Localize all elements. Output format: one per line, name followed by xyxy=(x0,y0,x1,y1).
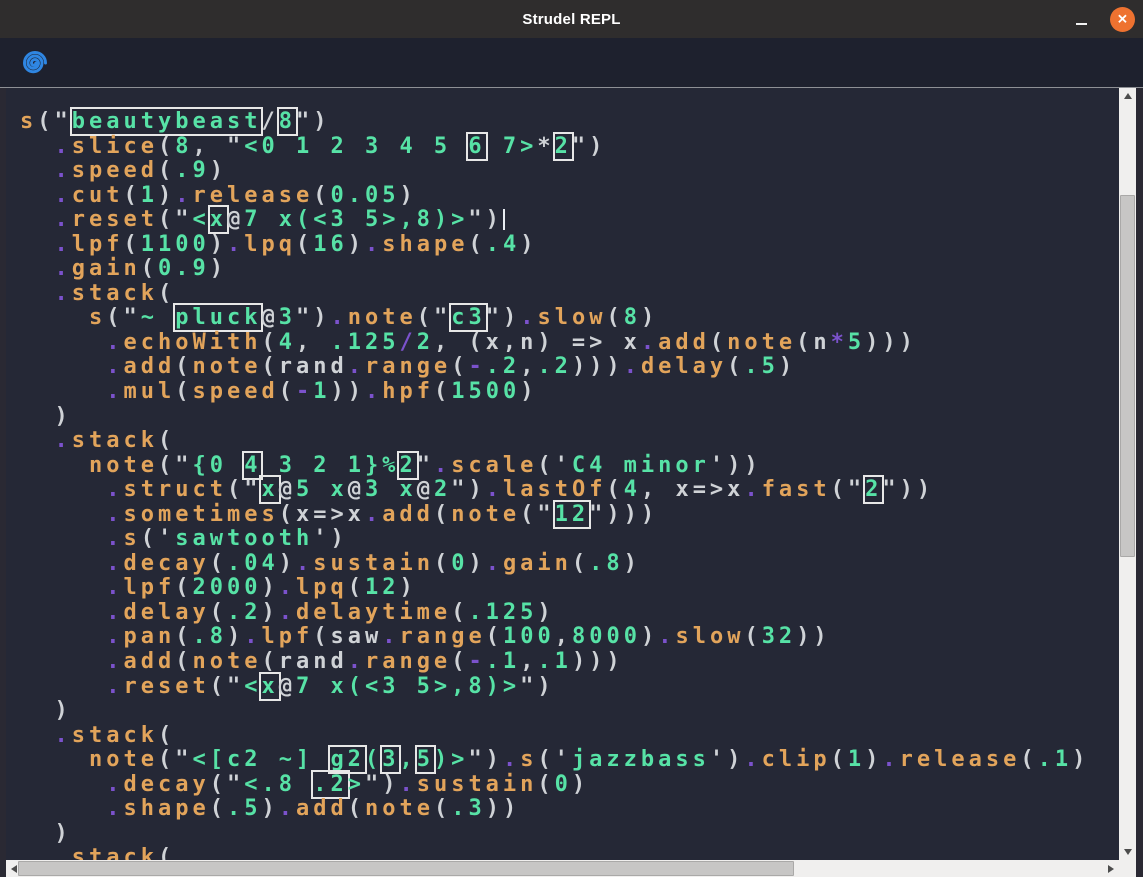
scrollbar-corner xyxy=(1119,860,1136,877)
code-line[interactable]: ) xyxy=(20,699,1119,724)
code-line[interactable]: s("~ pluck@3").note("c3").slow(8) xyxy=(20,306,1119,331)
code-line[interactable]: .mul(speed(-1)).hpf(1500) xyxy=(20,380,1119,405)
code-editor[interactable]: s("beautybeast/8") .slice(8, "<0 1 2 3 4… xyxy=(6,88,1119,860)
window-buttons: ✕ xyxy=(1068,0,1135,38)
code-line[interactable]: .speed(.9) xyxy=(20,159,1119,184)
code-line[interactable]: .reset("<x@7 x(<3 5>,8)>") xyxy=(20,208,1119,233)
scroll-down-button[interactable] xyxy=(1119,844,1136,860)
code-line[interactable]: .add(note(rand.range(-.2,.2))).delay(.5) xyxy=(20,355,1119,380)
code-line[interactable]: .reset("<x@7 x(<3 5>,8)>") xyxy=(20,675,1119,700)
code-line[interactable]: .decay(.04).sustain(0).gain(.8) xyxy=(20,552,1119,577)
code-line[interactable]: .lpf(1100).lpq(16).shape(.4) xyxy=(20,233,1119,258)
text-cursor xyxy=(503,209,505,230)
code-line[interactable]: note("<[c2 ~] g2(3,5)>").s('jazzbass').c… xyxy=(20,748,1119,773)
scroll-down-icon xyxy=(1124,849,1132,855)
code-line[interactable]: .struct("x@5 x@3 x@2").lastOf(4, x=>x.fa… xyxy=(20,478,1119,503)
code-line[interactable]: .cut(1).release(0.05) xyxy=(20,184,1119,209)
scroll-up-button[interactable] xyxy=(1119,88,1136,104)
minimize-icon xyxy=(1076,23,1087,25)
code-line[interactable]: .stack( xyxy=(20,429,1119,454)
titlebar[interactable]: Strudel REPL ✕ xyxy=(0,0,1143,38)
scroll-left-icon xyxy=(11,865,17,873)
close-icon: ✕ xyxy=(1117,12,1128,25)
code-line[interactable]: ) xyxy=(20,405,1119,430)
scroll-right-icon xyxy=(1108,865,1114,873)
code-line[interactable]: .s('sawtooth') xyxy=(20,527,1119,552)
code-line[interactable]: .stack( xyxy=(20,724,1119,749)
code-line[interactable]: s("beautybeast/8") xyxy=(20,110,1119,135)
toolbar xyxy=(0,38,1143,87)
scroll-up-icon xyxy=(1124,93,1132,99)
strudel-repl-window: Strudel REPL ✕ s("beautybeast/8") .slice… xyxy=(0,0,1143,877)
code-line[interactable]: .add(note(rand.range(-.1,.1))) xyxy=(20,650,1119,675)
code-line[interactable]: .sometimes(x=>x.add(note("12"))) xyxy=(20,503,1119,528)
code-content: s("beautybeast/8") .slice(8, "<0 1 2 3 4… xyxy=(6,88,1119,860)
close-button[interactable]: ✕ xyxy=(1110,7,1135,32)
vertical-scrollbar[interactable] xyxy=(1119,88,1136,860)
window-title: Strudel REPL xyxy=(522,11,620,28)
code-line[interactable]: note("{0 4 3 2 1}%2".scale('C4 minor')) xyxy=(20,454,1119,479)
strudel-spiral-logo-icon[interactable] xyxy=(21,49,49,77)
minimize-button[interactable] xyxy=(1068,6,1094,32)
code-line[interactable]: .stack( xyxy=(20,846,1119,860)
code-line[interactable]: .echoWith(4, .125/2, (x,n) => x.add(note… xyxy=(20,331,1119,356)
editor-frame: s("beautybeast/8") .slice(8, "<0 1 2 3 4… xyxy=(6,88,1136,877)
horizontal-scrollbar[interactable] xyxy=(6,860,1119,877)
scroll-right-button[interactable] xyxy=(1103,860,1119,877)
code-line[interactable]: .slice(8, "<0 1 2 3 4 5 6 7>*2") xyxy=(20,135,1119,160)
code-line[interactable]: .decay("<.8 .2>").sustain(0) xyxy=(20,773,1119,798)
code-line[interactable]: .shape(.5).add(note(.3)) xyxy=(20,797,1119,822)
code-line[interactable]: .lpf(2000).lpq(12) xyxy=(20,576,1119,601)
code-line[interactable]: .gain(0.9) xyxy=(20,257,1119,282)
horizontal-scrollbar-thumb[interactable] xyxy=(18,861,794,876)
code-line[interactable]: .delay(.2).delaytime(.125) xyxy=(20,601,1119,626)
code-line[interactable]: .stack( xyxy=(20,282,1119,307)
code-line[interactable]: .pan(.8).lpf(saw.range(100,8000).slow(32… xyxy=(20,625,1119,650)
vertical-scrollbar-thumb[interactable] xyxy=(1120,195,1135,557)
code-line[interactable]: ) xyxy=(20,822,1119,847)
